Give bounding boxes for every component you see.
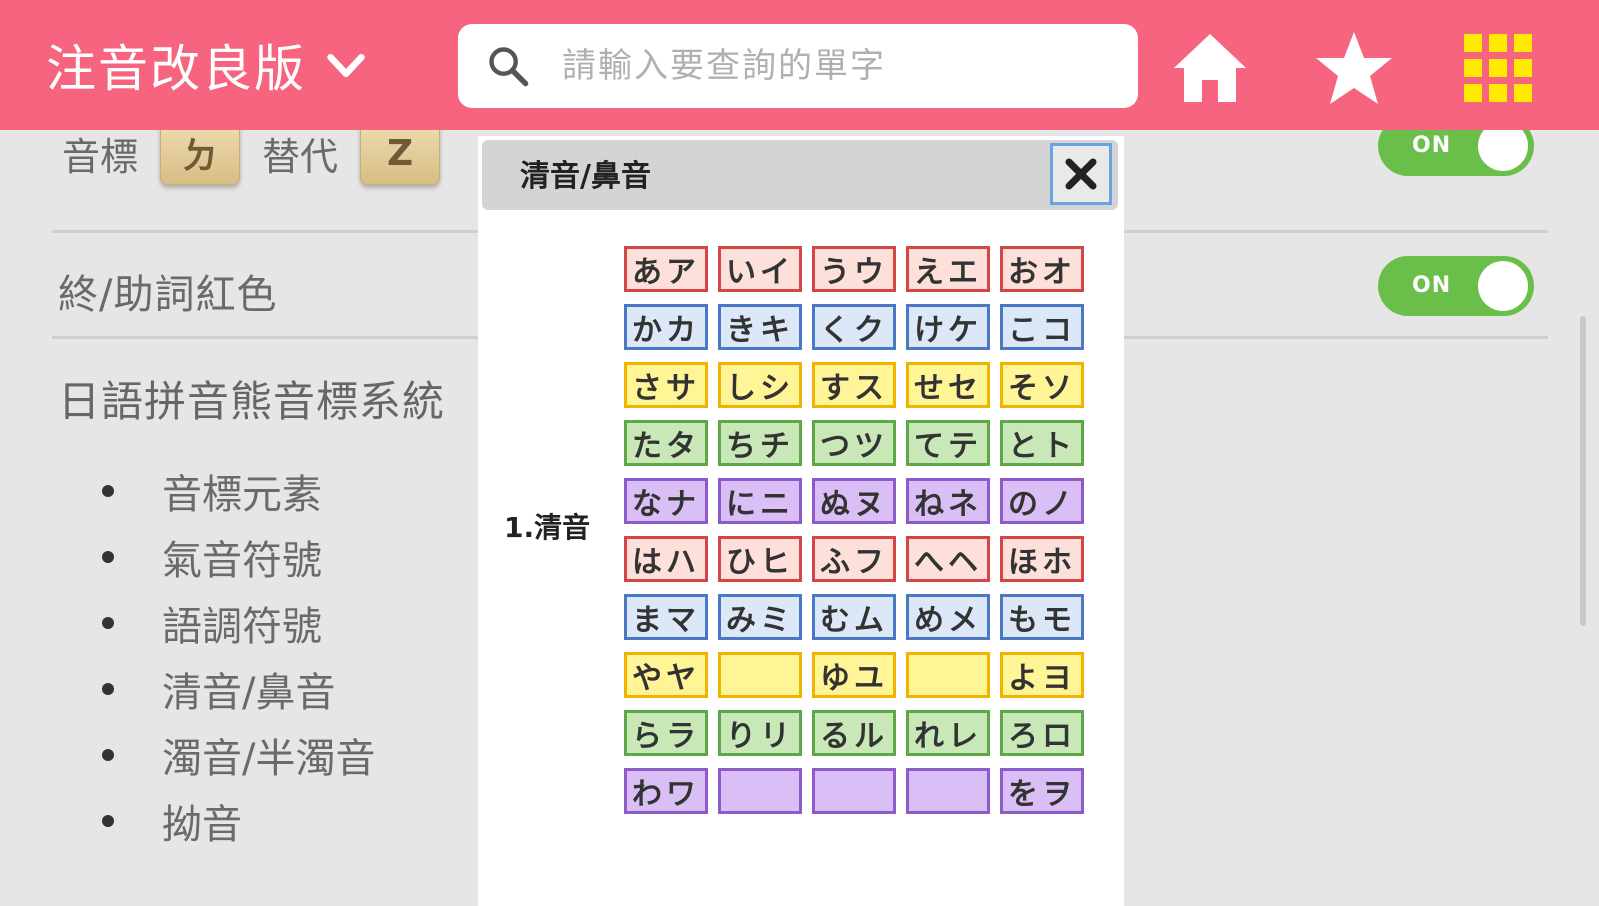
kana-cell[interactable]: をヲ bbox=[1000, 768, 1084, 814]
kana-dialog: 清音/鼻音 1.清音 あア いイ うウ えエ おオかカ きキ くク けケ こコさサ しシ すス せセそ… bbox=[478, 136, 1124, 906]
kana-cell[interactable]: いイ bbox=[718, 246, 802, 292]
kana-cell[interactable]: ふフ bbox=[812, 536, 896, 582]
kana-cell[interactable]: しシ bbox=[718, 362, 802, 408]
kana-cell[interactable]: かカ bbox=[624, 304, 708, 350]
kana-cell[interactable]: えエ bbox=[906, 246, 990, 292]
dialog-header: 清音/鼻音 bbox=[482, 140, 1118, 210]
apps-grid-icon[interactable] bbox=[1458, 28, 1538, 108]
kana-cell[interactable]: あア bbox=[624, 246, 708, 292]
particle-red-toggle[interactable]: ON bbox=[1378, 256, 1534, 316]
kana-cell[interactable]: てテ bbox=[906, 420, 990, 466]
list-item[interactable]: 語調符號 bbox=[98, 590, 375, 656]
kana-grid: あア いイ うウ えエ おオかカ きキ くク けケ こコさサ しシ すス せセ そソたタ ちチ つツ てテ とト… bbox=[624, 246, 1084, 814]
top-bar: 注音改良版 bbox=[0, 0, 1599, 130]
search-box[interactable] bbox=[458, 24, 1138, 108]
section-label-seion: 1.清音 bbox=[504, 511, 591, 544]
phonetic-label: 音標 bbox=[62, 134, 139, 179]
kana-cell[interactable]: れレ bbox=[906, 710, 990, 756]
empty-kana-cell bbox=[812, 768, 896, 814]
list-item[interactable]: 氣音符號 bbox=[98, 524, 375, 590]
kana-cell[interactable]: うウ bbox=[812, 246, 896, 292]
bullet-icon bbox=[102, 683, 114, 695]
kana-cell[interactable]: みミ bbox=[718, 594, 802, 640]
kana-cell[interactable]: わワ bbox=[624, 768, 708, 814]
particle-red-label: 終/助詞紅色 bbox=[58, 272, 278, 318]
kana-cell[interactable]: もモ bbox=[1000, 594, 1084, 640]
kana-cell[interactable]: めメ bbox=[906, 594, 990, 640]
list-item[interactable]: 清音/鼻音 bbox=[98, 656, 375, 722]
kana-cell[interactable]: ねネ bbox=[906, 478, 990, 524]
close-button[interactable] bbox=[1050, 143, 1112, 205]
app-title-dropdown[interactable]: 注音改良版 bbox=[46, 30, 368, 100]
kana-cell[interactable]: たタ bbox=[624, 420, 708, 466]
replace-keycap[interactable]: Z bbox=[360, 121, 441, 185]
bullet-icon bbox=[102, 551, 114, 563]
bullet-icon bbox=[102, 617, 114, 629]
empty-kana-cell bbox=[718, 652, 802, 698]
empty-kana-cell bbox=[718, 768, 802, 814]
empty-kana-cell bbox=[906, 652, 990, 698]
kana-cell[interactable]: ひヒ bbox=[718, 536, 802, 582]
app-title: 注音改良版 bbox=[46, 40, 306, 98]
kana-cell[interactable]: りリ bbox=[718, 710, 802, 756]
kana-cell[interactable]: ろロ bbox=[1000, 710, 1084, 756]
kana-cell[interactable]: こコ bbox=[1000, 304, 1084, 350]
kana-cell[interactable]: くク bbox=[812, 304, 896, 350]
bullet-icon bbox=[102, 749, 114, 761]
kana-cell[interactable]: きキ bbox=[718, 304, 802, 350]
kana-cell[interactable]: すス bbox=[812, 362, 896, 408]
kana-cell[interactable]: のノ bbox=[1000, 478, 1084, 524]
search-icon bbox=[489, 47, 529, 87]
kana-cell[interactable]: つツ bbox=[812, 420, 896, 466]
kana-cell[interactable]: さサ bbox=[624, 362, 708, 408]
kana-cell[interactable]: にニ bbox=[718, 478, 802, 524]
kana-cell[interactable]: はハ bbox=[624, 536, 708, 582]
page-scrollbar[interactable] bbox=[1580, 316, 1586, 626]
chevron-down-icon bbox=[327, 54, 365, 78]
kana-cell[interactable]: らラ bbox=[624, 710, 708, 756]
toggle-knob bbox=[1478, 261, 1528, 311]
kana-cell[interactable]: まマ bbox=[624, 594, 708, 640]
home-icon[interactable] bbox=[1170, 28, 1250, 108]
kana-cell[interactable]: とト bbox=[1000, 420, 1084, 466]
phonetic-keycap[interactable]: ㄉ bbox=[160, 121, 241, 185]
kana-cell[interactable]: ゆユ bbox=[812, 652, 896, 698]
replace-label: 替代 bbox=[262, 134, 339, 179]
list-item[interactable]: 音標元素 bbox=[98, 458, 375, 524]
close-icon bbox=[1065, 158, 1097, 190]
kana-cell[interactable]: ちチ bbox=[718, 420, 802, 466]
dialog-title: 清音/鼻音 bbox=[520, 159, 651, 194]
empty-kana-cell bbox=[906, 768, 990, 814]
toggle-label: ON bbox=[1412, 273, 1452, 298]
kana-cell[interactable]: ぬヌ bbox=[812, 478, 896, 524]
list-item[interactable]: 拗音 bbox=[98, 788, 375, 854]
kana-cell[interactable]: やヤ bbox=[624, 652, 708, 698]
kana-cell[interactable]: おオ bbox=[1000, 246, 1084, 292]
star-icon[interactable] bbox=[1314, 28, 1394, 108]
kana-cell[interactable]: ほホ bbox=[1000, 536, 1084, 582]
system-heading: 日語拼音熊音標系統 bbox=[58, 377, 446, 426]
kana-cell[interactable]: るル bbox=[812, 710, 896, 756]
kana-cell[interactable]: そソ bbox=[1000, 362, 1084, 408]
system-topic-list: 音標元素 氣音符號 語調符號 清音/鼻音 濁音/半濁音 拗音 bbox=[98, 458, 375, 854]
kana-cell[interactable]: けケ bbox=[906, 304, 990, 350]
list-item[interactable]: 濁音/半濁音 bbox=[98, 722, 375, 788]
search-input[interactable] bbox=[560, 45, 1124, 87]
bullet-icon bbox=[102, 815, 114, 827]
kana-cell[interactable]: なナ bbox=[624, 478, 708, 524]
kana-cell[interactable]: よヨ bbox=[1000, 652, 1084, 698]
bullet-icon bbox=[102, 485, 114, 497]
kana-cell[interactable]: せセ bbox=[906, 362, 990, 408]
kana-cell[interactable]: むム bbox=[812, 594, 896, 640]
kana-cell[interactable]: へヘ bbox=[906, 536, 990, 582]
